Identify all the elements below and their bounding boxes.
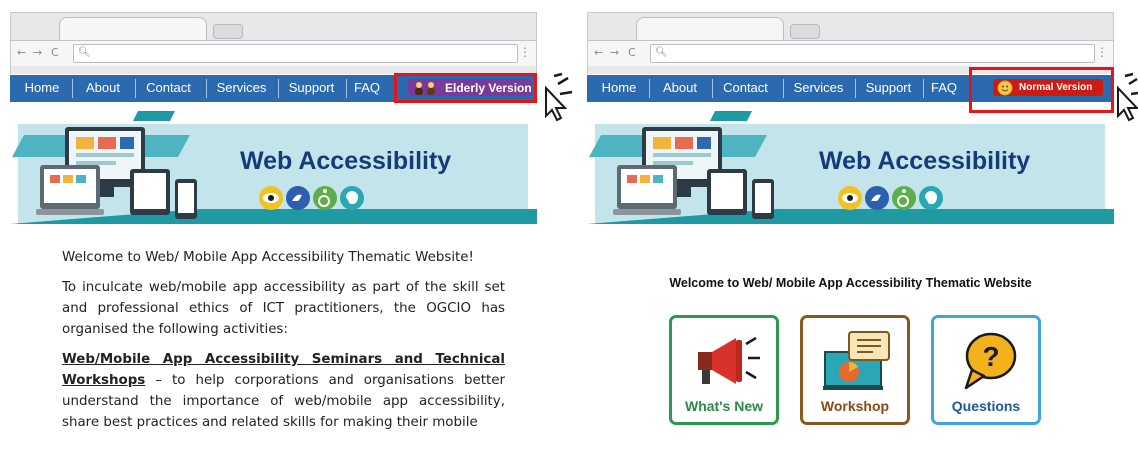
new-tab-button[interactable] bbox=[213, 24, 243, 39]
forward-icon[interactable]: → bbox=[33, 46, 42, 59]
seminars-paragraph: Web/Mobile App Accessibility Seminars an… bbox=[62, 349, 505, 433]
accessibility-icons bbox=[258, 185, 368, 215]
menu-icon[interactable]: ⋮ bbox=[1096, 45, 1108, 59]
banner: Web Accessibility bbox=[10, 111, 537, 241]
cursor-icon bbox=[1117, 72, 1138, 122]
workshop-tile[interactable]: Workshop bbox=[800, 315, 910, 425]
banner-title: Web Accessibility bbox=[240, 147, 452, 175]
highlight-box bbox=[394, 73, 537, 103]
nav-divider bbox=[712, 79, 713, 98]
brain-icon bbox=[919, 186, 943, 210]
wheelchair-icon bbox=[313, 186, 337, 210]
accessibility-icons bbox=[837, 185, 947, 215]
nav-home[interactable]: Home bbox=[18, 75, 66, 102]
browser-tab[interactable] bbox=[636, 17, 784, 41]
nav-divider bbox=[855, 79, 856, 98]
presentation-icon bbox=[823, 331, 890, 390]
devices-illustration bbox=[587, 111, 1114, 241]
workshop-label: Workshop bbox=[820, 398, 890, 414]
sign-language-icon bbox=[286, 186, 310, 210]
nav-divider bbox=[783, 79, 784, 98]
nav-divider bbox=[346, 79, 347, 98]
banner-title: Web Accessibility bbox=[819, 147, 1031, 175]
browser-chrome: ← → C 🔍︎ ⋮ bbox=[10, 12, 537, 74]
welcome-text: Welcome to Web/ Mobile App Accessibility… bbox=[669, 276, 1032, 290]
nav-divider bbox=[923, 79, 924, 98]
menu-icon[interactable]: ⋮ bbox=[519, 45, 531, 59]
nav-about[interactable]: About bbox=[654, 75, 706, 102]
nav-divider bbox=[206, 79, 207, 98]
highlight-box bbox=[969, 67, 1114, 113]
browser-toolbar: ← → C 🔍︎ ⋮ bbox=[588, 40, 1113, 66]
nav-support[interactable]: Support bbox=[860, 75, 917, 102]
questions-label: Questions bbox=[951, 398, 1021, 414]
devices-illustration bbox=[10, 111, 537, 241]
nav-services[interactable]: Services bbox=[788, 75, 849, 102]
eye-icon bbox=[259, 186, 283, 210]
search-icon: 🔍︎ bbox=[78, 47, 91, 58]
browser-window-elderly: ← → C 🔍︎ ⋮ Home About Contact Services S… bbox=[10, 12, 537, 452]
svg-text:?: ? bbox=[982, 341, 999, 372]
back-icon[interactable]: ← bbox=[594, 46, 603, 59]
back-icon[interactable]: ← bbox=[17, 46, 26, 59]
new-tab-button[interactable] bbox=[790, 24, 820, 39]
cursor-icon bbox=[545, 72, 573, 122]
browser-window-normal: ← → C 🔍︎ ⋮ Home About Contact Services S… bbox=[587, 12, 1114, 452]
nav-contact[interactable]: Contact bbox=[140, 75, 197, 102]
eye-icon bbox=[838, 186, 862, 210]
whats-new-tile[interactable]: What's New bbox=[669, 315, 779, 425]
sign-language-icon bbox=[865, 186, 889, 210]
nav-divider bbox=[649, 79, 650, 98]
reload-icon[interactable]: C bbox=[628, 46, 636, 59]
search-icon: 🔍︎ bbox=[655, 47, 668, 58]
brain-icon bbox=[340, 186, 364, 210]
banner: Web Accessibility bbox=[587, 111, 1114, 241]
forward-icon[interactable]: → bbox=[610, 46, 619, 59]
megaphone-icon bbox=[698, 336, 760, 384]
browser-toolbar: ← → C 🔍︎ ⋮ bbox=[11, 40, 536, 66]
nav-faq[interactable]: FAQ bbox=[927, 75, 961, 102]
whats-new-label: What's New bbox=[684, 398, 763, 414]
browser-chrome: ← → C 🔍︎ ⋮ bbox=[587, 12, 1114, 74]
question-bubble-icon: ? bbox=[964, 332, 1017, 390]
questions-tile[interactable]: ? Questions bbox=[931, 315, 1041, 425]
nav-divider bbox=[278, 79, 279, 98]
welcome-text: Welcome to Web/ Mobile App Accessibility… bbox=[62, 250, 474, 265]
nav-support[interactable]: Support bbox=[283, 75, 340, 102]
browser-tab[interactable] bbox=[59, 17, 207, 41]
wheelchair-icon bbox=[892, 186, 916, 210]
address-bar[interactable]: 🔍︎ bbox=[650, 44, 1095, 63]
intro-paragraph: To inculcate web/mobile app accessibilit… bbox=[62, 280, 505, 337]
nav-services[interactable]: Services bbox=[211, 75, 272, 102]
nav-faq[interactable]: FAQ bbox=[350, 75, 384, 102]
nav-contact[interactable]: Contact bbox=[717, 75, 774, 102]
nav-divider bbox=[135, 79, 136, 98]
nav-home[interactable]: Home bbox=[595, 75, 643, 102]
reload-icon[interactable]: C bbox=[51, 46, 59, 59]
nav-about[interactable]: About bbox=[77, 75, 129, 102]
address-bar[interactable]: 🔍︎ bbox=[73, 44, 518, 63]
main-content: Welcome to Web/ Mobile App Accessibility… bbox=[62, 247, 505, 442]
nav-divider bbox=[72, 79, 73, 98]
